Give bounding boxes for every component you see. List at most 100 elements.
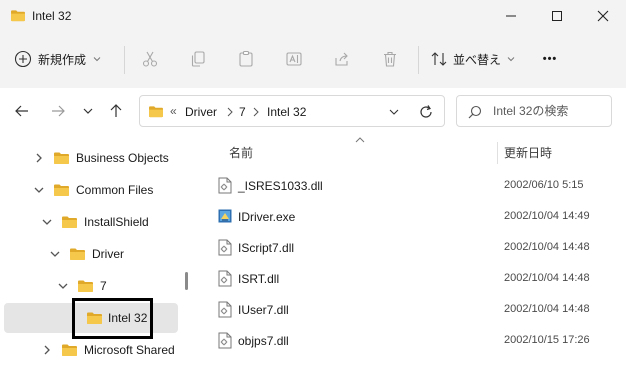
file-name: ISRT.dll (238, 272, 280, 286)
file-row[interactable]: objps7.dll 2002/10/15 17:26 (210, 327, 620, 355)
folder-icon (10, 9, 26, 22)
breadcrumb-overflow[interactable]: « (170, 104, 177, 118)
more-icon: ••• (542, 53, 558, 65)
rename-icon (286, 52, 302, 66)
tree-item-label: Microsoft Shared (84, 343, 175, 357)
file-row[interactable]: ISRT.dll 2002/10/04 14:48 (210, 265, 620, 293)
sort-button[interactable]: 並べ替え (430, 46, 516, 72)
new-button-label: 新規作成 (38, 52, 87, 67)
up-button[interactable] (105, 100, 127, 122)
more-options-button[interactable]: ••• (538, 46, 562, 72)
share-icon (335, 52, 348, 66)
file-name: IUser7.dll (238, 303, 289, 317)
tree-item-common-files[interactable]: Common Files (0, 175, 180, 205)
tree-item-label: Common Files (76, 183, 154, 197)
search-icon (468, 105, 482, 119)
folder-icon (53, 151, 70, 165)
sort-button-label: 並べ替え (453, 52, 502, 67)
rename-button[interactable] (281, 46, 307, 72)
search-input[interactable] (493, 102, 603, 120)
tree-item-label: 7 (100, 279, 107, 293)
sort-icon (431, 52, 447, 66)
tree-item-driver[interactable]: Driver (0, 239, 180, 269)
scrollbar-thumb[interactable] (185, 272, 188, 290)
tree-item-microsoft-shared[interactable]: Microsoft Shared (0, 335, 180, 365)
file-row[interactable]: IUser7.dll 2002/10/04 14:48 (210, 296, 620, 324)
share-button[interactable] (329, 46, 355, 72)
breadcrumb-7[interactable]: 7 (239, 105, 246, 119)
copy-button[interactable] (185, 46, 211, 72)
sort-ascending-icon (355, 137, 365, 143)
dll-file-icon (218, 332, 232, 349)
file-date: 2002/06/10 5:15 (504, 179, 584, 191)
arrow-right-icon (52, 105, 65, 117)
delete-button[interactable] (377, 46, 403, 72)
breadcrumb-driver[interactable]: Driver (185, 105, 217, 119)
minimize-button[interactable] (488, 0, 534, 32)
maximize-icon (552, 11, 562, 21)
column-divider[interactable] (497, 142, 498, 164)
command-bar: 新規作成 並べ替え ••• (0, 32, 626, 88)
close-icon (597, 10, 609, 22)
recent-locations-button[interactable] (77, 100, 99, 122)
copy-icon (191, 51, 205, 67)
chevron-down-icon[interactable] (48, 247, 62, 261)
file-name: _ISRES1033.dll (238, 179, 323, 193)
file-row[interactable]: IScript7.dll 2002/10/04 14:48 (210, 234, 620, 262)
tree-item-business-objects[interactable]: Business Objects (0, 143, 180, 173)
folder-icon (61, 343, 78, 357)
file-name: objps7.dll (238, 334, 289, 348)
file-date: 2002/10/15 17:26 (504, 334, 590, 346)
divider (418, 46, 419, 74)
column-header-date[interactable]: 更新日時 (504, 144, 552, 161)
address-dropdown-button[interactable] (386, 104, 402, 120)
window-title: Intel 32 (32, 9, 72, 23)
paste-button[interactable] (233, 46, 259, 72)
search-box[interactable] (456, 95, 612, 127)
scissors-icon (142, 51, 158, 67)
address-bar[interactable]: « Driver 7 Intel 32 (139, 95, 445, 127)
focus-highlight-box (72, 298, 153, 339)
file-name: IDriver.exe (238, 210, 296, 224)
file-date: 2002/10/04 14:48 (504, 272, 590, 284)
navigation-row: « Driver 7 Intel 32 (0, 88, 626, 134)
tree-item-installshield[interactable]: InstallShield (0, 207, 180, 237)
file-name: IScript7.dll (238, 241, 295, 255)
clipboard-icon (239, 50, 253, 67)
navigation-pane: Business Objects Common Files InstallShi… (0, 134, 192, 370)
tree-item-label: InstallShield (84, 215, 149, 229)
file-row[interactable]: _ISRES1033.dll 2002/06/10 5:15 (210, 172, 620, 200)
chevron-down-icon[interactable] (40, 215, 54, 229)
chevron-down-icon[interactable] (56, 279, 70, 293)
minimize-icon (506, 15, 516, 17)
dll-file-icon (218, 301, 232, 318)
forward-button[interactable] (47, 100, 69, 122)
close-button[interactable] (580, 0, 626, 32)
dll-file-icon (218, 177, 232, 194)
column-header-name[interactable]: 名前 (229, 144, 253, 161)
exe-app-icon (218, 209, 232, 223)
cut-button[interactable] (137, 46, 163, 72)
breadcrumb-intel-32[interactable]: Intel 32 (267, 105, 306, 119)
dll-file-icon (218, 239, 232, 256)
folder-icon (53, 183, 70, 197)
tree-item-label: Driver (92, 247, 124, 261)
arrow-up-icon (110, 104, 122, 117)
maximize-button[interactable] (534, 0, 580, 32)
chevron-right-icon[interactable] (32, 151, 46, 165)
chevron-right-icon[interactable] (40, 343, 54, 357)
back-button[interactable] (11, 100, 33, 122)
arrow-left-icon (15, 105, 28, 117)
refresh-button[interactable] (417, 103, 435, 121)
chevron-down-icon (507, 57, 515, 62)
folder-icon (77, 279, 94, 293)
file-list: 名前 更新日時 _ISRES1033.dll 2002/06/10 5:15 I… (200, 134, 626, 370)
title-bar: Intel 32 (0, 0, 626, 32)
chevron-right-icon (227, 107, 233, 117)
chevron-down-icon (93, 57, 101, 62)
new-button[interactable]: 新規作成 (14, 46, 102, 72)
chevron-down-icon[interactable] (32, 183, 46, 197)
file-row[interactable]: IDriver.exe 2002/10/04 14:49 (210, 203, 620, 231)
tree-item-7[interactable]: 7 (0, 271, 180, 301)
trash-icon (384, 51, 396, 67)
